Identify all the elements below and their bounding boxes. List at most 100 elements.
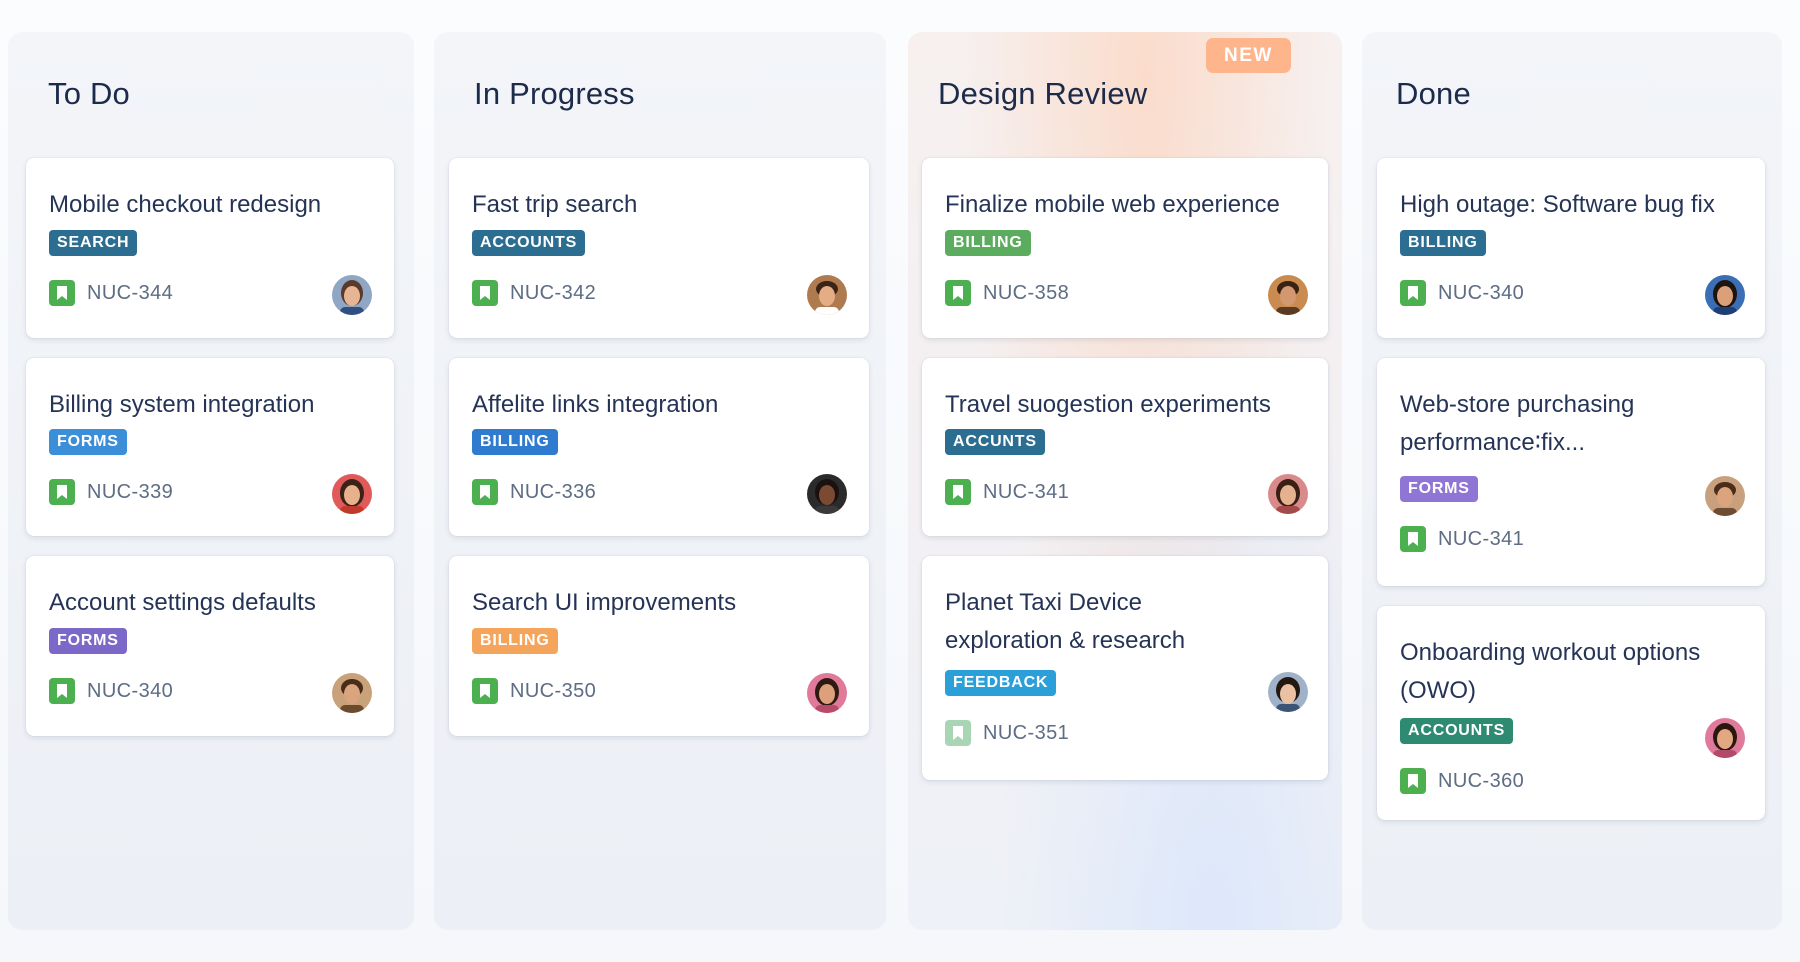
issue-key-row: NUC-341 <box>945 477 1069 507</box>
bookmark-icon <box>472 280 498 306</box>
bookmark-icon <box>49 479 75 505</box>
issue-key[interactable]: NUC-336 <box>510 481 596 504</box>
label-tag: BILLING <box>472 429 558 455</box>
new-badge: NEW <box>1206 38 1291 73</box>
column-in-progress: In Progress Fast trip search ACCOUNTS NU… <box>434 32 886 930</box>
issue-card[interactable]: Mobile checkout redesign SEARCH NUC-344 <box>26 158 394 338</box>
issue-card[interactable]: Fast trip search ACCOUNTS NUC-342 <box>449 158 869 338</box>
card-title-line: Onboarding workout options <box>1400 639 1701 666</box>
card-title: Mobile checkout redesign <box>49 191 322 218</box>
avatar[interactable] <box>332 275 372 315</box>
card-title: Fast trip search <box>472 191 638 218</box>
card-title: Onboarding workout options (OWO) <box>1400 634 1700 710</box>
label-tag: BILLING <box>945 230 1031 256</box>
avatar[interactable] <box>807 275 847 315</box>
card-title: High outage: Software bug fix <box>1400 191 1715 218</box>
issue-key[interactable]: NUC-360 <box>1438 770 1524 793</box>
issue-key-row: NUC-344 <box>49 278 173 308</box>
issue-key-row: NUC-340 <box>1400 278 1524 308</box>
issue-key-row: NUC-339 <box>49 477 173 507</box>
label-tag: FORMS <box>1400 476 1478 502</box>
column-title: Design Review <box>938 76 1148 111</box>
avatar[interactable] <box>1268 275 1308 315</box>
issue-card[interactable]: Onboarding workout options (OWO) ACCOUNT… <box>1377 606 1765 820</box>
card-title-line: Web-store purchasing <box>1400 391 1635 418</box>
column-title: Done <box>1396 76 1471 111</box>
issue-key-row: NUC-358 <box>945 278 1069 308</box>
issue-key[interactable]: NUC-339 <box>87 481 173 504</box>
bookmark-icon <box>472 479 498 505</box>
card-title-line: performance∶fix... <box>1400 429 1585 456</box>
bookmark-icon <box>945 720 971 746</box>
issue-key[interactable]: NUC-358 <box>983 282 1069 305</box>
issue-card[interactable]: Travel suogestion experiments ACCUNTS NU… <box>922 358 1328 536</box>
issue-key-row: NUC-342 <box>472 278 596 308</box>
card-title: Search UI improvements <box>472 589 737 616</box>
issue-card[interactable]: Search UI improvements BILLING NUC-350 <box>449 556 869 736</box>
card-title: Finalize mobile web experience <box>945 191 1280 218</box>
column-done: Done High outage: Software bug fix BILLI… <box>1362 32 1782 930</box>
label-tag: SEARCH <box>49 230 138 256</box>
issue-key[interactable]: NUC-340 <box>1438 282 1524 305</box>
column-design-review: Design Review NEW Finalize mobile web ex… <box>908 32 1342 930</box>
card-title-line: exploration & research <box>945 627 1186 654</box>
avatar[interactable] <box>807 474 847 514</box>
bookmark-icon <box>49 678 75 704</box>
issue-key-row: NUC-340 <box>49 676 173 706</box>
issue-key-row: NUC-336 <box>472 477 596 507</box>
card-title: Travel suogestion experiments <box>945 391 1271 418</box>
issue-card[interactable]: Planet Taxi Device exploration & researc… <box>922 556 1328 780</box>
avatar[interactable] <box>332 474 372 514</box>
issue-card[interactable]: Billing system integration FORMS NUC-339 <box>26 358 394 536</box>
bookmark-icon <box>945 479 971 505</box>
bookmark-icon <box>472 678 498 704</box>
avatar[interactable] <box>332 673 372 713</box>
avatar[interactable] <box>1705 476 1745 516</box>
label-tag: FORMS <box>49 628 127 654</box>
issue-card[interactable]: Finalize mobile web experience BILLING N… <box>922 158 1328 338</box>
issue-key[interactable]: NUC-344 <box>87 282 173 305</box>
bookmark-icon <box>1400 526 1426 552</box>
card-title-line: (OWO) <box>1400 677 1476 704</box>
issue-card[interactable]: Web-store purchasing performance∶fix... … <box>1377 358 1765 586</box>
column-title: To Do <box>48 76 130 111</box>
kanban-board: To Do Mobile checkout redesign SEARCH NU… <box>0 0 1800 962</box>
label-tag: ACCUNTS <box>945 429 1045 455</box>
issue-card[interactable]: Affelite links integration BILLING NUC-3… <box>449 358 869 536</box>
issue-key[interactable]: NUC-341 <box>1438 528 1524 551</box>
card-title: Planet Taxi Device exploration & researc… <box>945 584 1185 660</box>
issue-key[interactable]: NUC-350 <box>510 680 596 703</box>
card-title: Account settings defaults <box>49 589 316 616</box>
avatar[interactable] <box>1705 275 1745 315</box>
column-to-do: To Do Mobile checkout redesign SEARCH NU… <box>8 32 414 930</box>
avatar[interactable] <box>807 673 847 713</box>
issue-key[interactable]: NUC-351 <box>983 722 1069 745</box>
label-tag: ACCOUNTS <box>472 230 586 256</box>
issue-key-row: NUC-360 <box>1400 766 1524 796</box>
label-tag: BILLING <box>1400 230 1486 256</box>
bookmark-icon <box>1400 768 1426 794</box>
issue-card[interactable]: High outage: Software bug fix BILLING NU… <box>1377 158 1765 338</box>
issue-key[interactable]: NUC-342 <box>510 282 596 305</box>
issue-key-row: NUC-350 <box>472 676 596 706</box>
avatar[interactable] <box>1268 672 1308 712</box>
avatar[interactable] <box>1268 474 1308 514</box>
issue-key[interactable]: NUC-341 <box>983 481 1069 504</box>
label-tag: BILLING <box>472 628 558 654</box>
card-title: Affelite links integration <box>472 391 719 418</box>
issue-key[interactable]: NUC-340 <box>87 680 173 703</box>
card-title-line: Planet Taxi Device <box>945 589 1142 616</box>
issue-key-row: NUC-351 <box>945 718 1069 748</box>
issue-key-row: NUC-341 <box>1400 524 1524 554</box>
card-title: Billing system integration <box>49 391 315 418</box>
bookmark-icon <box>945 280 971 306</box>
bookmark-icon <box>49 280 75 306</box>
label-tag: FORMS <box>49 429 127 455</box>
card-title: Web-store purchasing performance∶fix... <box>1400 386 1634 462</box>
issue-card[interactable]: Account settings defaults FORMS NUC-340 <box>26 556 394 736</box>
bookmark-icon <box>1400 280 1426 306</box>
label-tag: FEEDBACK <box>945 670 1057 696</box>
avatar[interactable] <box>1705 718 1745 758</box>
column-title: In Progress <box>474 76 635 111</box>
label-tag: ACCOUNTS <box>1400 718 1514 744</box>
